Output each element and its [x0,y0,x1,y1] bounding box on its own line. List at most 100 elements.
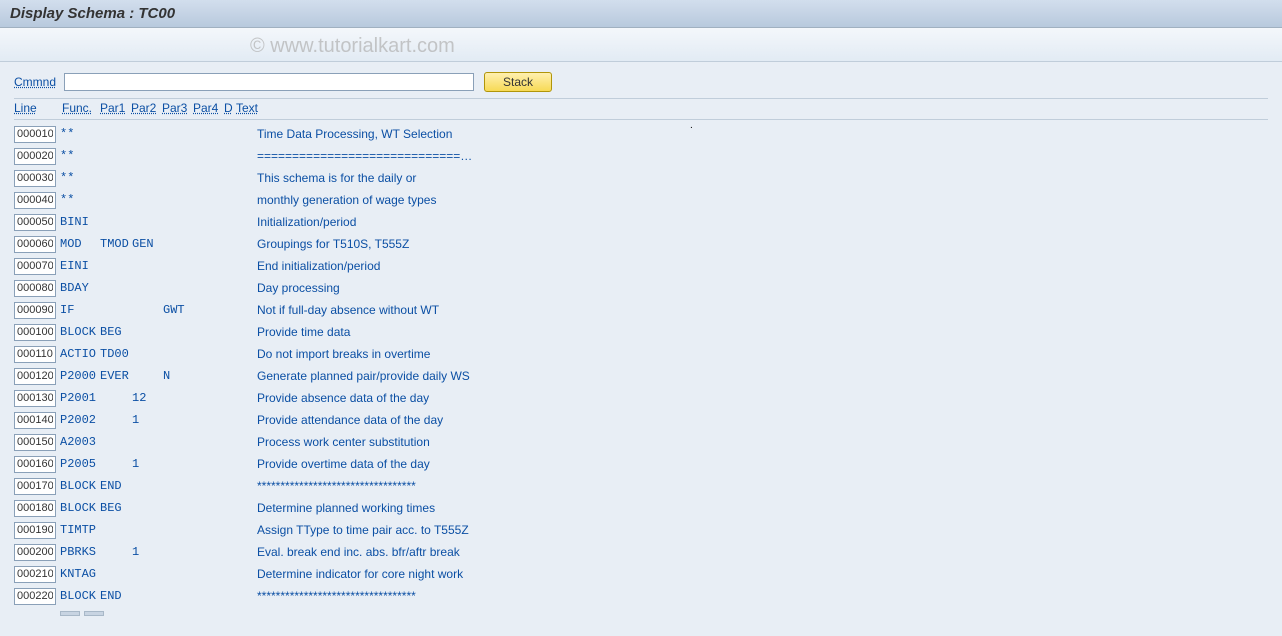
line-input[interactable] [14,500,56,517]
page-title: Display Schema : TC00 [10,5,175,22]
func-cell: P2001 [60,391,100,405]
line-cell [14,390,60,407]
text-cell: Provide overtime data of the day [237,457,1268,471]
table-row: **Time Data Processing, WT Selection [14,123,1268,145]
line-cell [14,478,60,495]
line-cell [14,522,60,539]
line-input[interactable] [14,522,56,539]
func-cell: BLOCK [60,325,100,339]
line-cell [14,280,60,297]
dot: . [690,120,693,131]
text-cell: Do not import breaks in overtime [237,347,1268,361]
text-cell: Day processing [237,281,1268,295]
par2-cell: GEN [132,237,163,251]
table-row: **monthly generation of wage types [14,189,1268,211]
scroll-segment [84,611,104,616]
header-par4: Par4 [193,101,224,115]
line-input[interactable] [14,456,56,473]
line-input[interactable] [14,148,56,165]
line-input[interactable] [14,368,56,385]
line-input[interactable] [14,412,56,429]
par1-cell: END [100,589,132,603]
stack-button[interactable]: Stack [484,72,552,92]
line-input[interactable] [14,478,56,495]
line-cell [14,170,60,187]
line-input[interactable] [14,192,56,209]
func-cell: BLOCK [60,589,100,603]
func-cell: KNTAG [60,567,100,581]
header-line: Line [14,101,62,115]
table-row: EINIEnd initialization/period [14,255,1268,277]
line-cell [14,302,60,319]
command-input[interactable] [64,73,474,91]
header-par1: Par1 [100,101,131,115]
line-cell [14,566,60,583]
text-cell: Provide attendance data of the day [237,413,1268,427]
func-cell: P2000 [60,369,100,383]
func-cell: EINI [60,259,100,273]
text-cell: =============================… [237,149,1268,163]
column-headers: Line Func. Par1 Par2 Par3 Par4 D Text [14,98,1268,120]
line-cell [14,346,60,363]
line-input[interactable] [14,324,56,341]
func-cell: BLOCK [60,479,100,493]
line-input[interactable] [14,236,56,253]
line-cell [14,456,60,473]
bottom-scroll [14,611,1268,621]
rows-container: **Time Data Processing, WT Selection**==… [14,123,1268,607]
line-input[interactable] [14,544,56,561]
scroll-segment [60,611,80,616]
line-input[interactable] [14,566,56,583]
line-cell [14,258,60,275]
text-cell: Provide absence data of the day [237,391,1268,405]
par2-cell: 1 [132,413,163,427]
func-cell: ** [60,193,100,207]
line-cell [14,126,60,143]
line-cell [14,192,60,209]
text-cell: Time Data Processing, WT Selection [237,127,1268,141]
text-cell: ********************************** [237,589,1268,603]
line-cell [14,148,60,165]
table-row: P200112Provide absence data of the day [14,387,1268,409]
line-input[interactable] [14,170,56,187]
par3-cell: GWT [163,303,194,317]
line-input[interactable] [14,588,56,605]
line-input[interactable] [14,302,56,319]
line-cell [14,214,60,231]
func-cell: A2003 [60,435,100,449]
line-input[interactable] [14,214,56,231]
table-row: ACTIOTD00Do not import breaks in overtim… [14,343,1268,365]
line-cell [14,368,60,385]
table-row: P20021Provide attendance data of the day [14,409,1268,431]
table-row: BLOCKBEGProvide time data [14,321,1268,343]
par2-cell: 1 [132,457,163,471]
par1-cell: EVER [100,369,132,383]
func-cell: ACTIO [60,347,100,361]
line-input[interactable] [14,346,56,363]
line-input[interactable] [14,390,56,407]
text-cell: Not if full-day absence without WT [237,303,1268,317]
text-cell: Eval. break end inc. abs. bfr/aftr break [237,545,1268,559]
table-row: PBRKS1Eval. break end inc. abs. bfr/aftr… [14,541,1268,563]
line-input[interactable] [14,434,56,451]
par1-cell: END [100,479,132,493]
func-cell: ** [60,171,100,185]
header-text: Text [236,101,1268,115]
table-row: KNTAG Determine indicator for core night … [14,563,1268,585]
func-cell: BDAY [60,281,100,295]
title-bar: Display Schema : TC00 [0,0,1282,28]
line-cell [14,236,60,253]
func-cell: ** [60,149,100,163]
table-row: BINIInitialization/period [14,211,1268,233]
par3-cell: N [163,369,194,383]
table-row: A2003Process work center substitution [14,431,1268,453]
line-input[interactable] [14,258,56,275]
header-d: D [224,101,236,115]
text-cell: Determine indicator for core night work [237,567,1268,581]
line-input[interactable] [14,126,56,143]
header-func: Func. [62,101,100,115]
toolbar-spacer [0,28,1282,62]
text-cell: Determine planned working times [237,501,1268,515]
line-input[interactable] [14,280,56,297]
table-row: BLOCKBEGDetermine planned working times [14,497,1268,519]
